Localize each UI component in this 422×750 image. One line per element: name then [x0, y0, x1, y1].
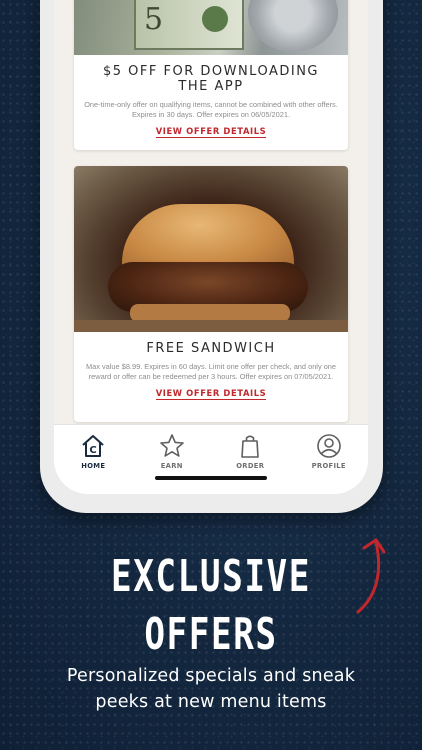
sandwich-image [74, 166, 348, 332]
offer-card[interactable]: FREE SANDWICH Max value $8.99. Expires i… [74, 166, 348, 422]
app-screen: 5 $5 OFF FOR DOWNLOADING THE APP One-tim… [54, 0, 368, 494]
offer-title: FREE SANDWICH [146, 341, 276, 356]
tab-order-label: ORDER [236, 462, 265, 470]
view-offer-details-label: VIEW OFFER DETAILS [155, 388, 267, 400]
subtitle: Personalized specials and sneak peeks at… [66, 666, 356, 712]
offer-description: Max value $8.99. Expires in 60 days. Lim… [85, 362, 337, 381]
tab-earn[interactable]: EARN [133, 425, 212, 494]
headline-line-2: OFFERS [144, 609, 278, 660]
home-icon: C [82, 435, 104, 457]
offer-description: One-time-only offer on qualifying items,… [84, 100, 338, 119]
bill-number-graphic: 5 [144, 2, 164, 37]
tab-profile[interactable]: PROFILE [290, 425, 369, 494]
dollar-bill-graphic: 5 [134, 0, 244, 50]
coin-graphic [248, 0, 338, 52]
bottom-tab-bar: C HOME EARN ORDER PROFILE [54, 424, 368, 494]
five-dollar-bill-image: 5 [74, 0, 348, 55]
view-offer-details-link[interactable]: VIEW OFFER DETAILS [74, 126, 348, 138]
tab-home[interactable]: C HOME [54, 425, 133, 494]
headline-line-1: EXCLUSIVE [110, 551, 311, 602]
star-icon [159, 434, 184, 457]
offer-card[interactable]: 5 $5 OFF FOR DOWNLOADING THE APP One-tim… [74, 0, 348, 150]
bag-icon [241, 435, 260, 458]
phone-frame: 5 $5 OFF FOR DOWNLOADING THE APP One-tim… [40, 0, 383, 513]
tab-home-label: HOME [81, 462, 106, 470]
offer-title: $5 OFF FOR DOWNLOADING THE APP [102, 64, 319, 94]
view-offer-details-link[interactable]: VIEW OFFER DETAILS [74, 388, 348, 400]
headline: EXCLUSIVE OFFERS [46, 548, 375, 664]
tab-order[interactable]: ORDER [211, 425, 290, 494]
tray-graphic [74, 320, 348, 332]
bill-seal-graphic [202, 6, 228, 32]
svg-text:C: C [90, 445, 97, 456]
tab-profile-label: PROFILE [311, 462, 346, 470]
tab-earn-label: EARN [160, 462, 183, 470]
home-indicator[interactable] [155, 476, 267, 480]
view-offer-details-label: VIEW OFFER DETAILS [155, 126, 267, 138]
profile-icon [316, 434, 341, 458]
